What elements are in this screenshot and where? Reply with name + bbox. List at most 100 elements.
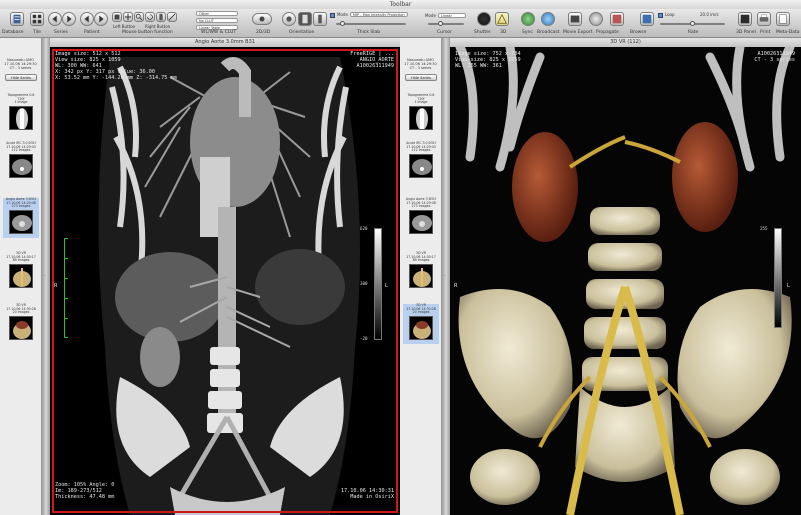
orientation-axial-icon[interactable] bbox=[282, 12, 296, 26]
orientation-coronal-icon[interactable] bbox=[298, 12, 312, 26]
overlay-bottom-left: Zoom: 105% Angle: 0 Im: 189-273/512 Thickn… bbox=[55, 482, 115, 500]
sync-icon[interactable] bbox=[521, 12, 535, 26]
series-caption: 3D VR 17.10.06 14:30:28 20 Images bbox=[6, 303, 36, 315]
lut-bar bbox=[774, 228, 782, 328]
rotate-tool-icon[interactable] bbox=[145, 12, 155, 22]
mip-viewer[interactable]: Angio Aorte 3.0mm B31 Image size: 512 x … bbox=[50, 38, 400, 515]
series-preview bbox=[409, 154, 433, 178]
toolbar-label: Sync bbox=[522, 30, 533, 35]
thick-slab-slider[interactable] bbox=[336, 21, 406, 26]
series-thumbnail[interactable]: Angio Aorte 3 B31f 17.10.06 14:29:48 273 I… bbox=[403, 197, 439, 238]
series-preview bbox=[9, 264, 33, 288]
series-caption: Acute IRC 3.0 B31f 17.10.06 14:29:43 112 I… bbox=[6, 141, 36, 153]
series-thumbnail[interactable]: 3D VR 17.10.06 14:30:17 89 Images bbox=[3, 251, 39, 292]
right-button-label: Right Button bbox=[145, 24, 171, 29]
orientation-sagittal-icon[interactable] bbox=[313, 12, 327, 26]
series-caption: Angio Aorte 3 B31f 17.10.06 14:29:48 273 I… bbox=[405, 197, 437, 209]
mode-label: Mode bbox=[425, 13, 436, 18]
lut-bar bbox=[374, 228, 382, 340]
toolbar-label: Cursor bbox=[437, 30, 452, 35]
series-caption: Topogramme 0.6 T20f 1 Image bbox=[7, 93, 35, 105]
thick-slab-checkbox[interactable] bbox=[330, 13, 335, 18]
series-preview bbox=[9, 210, 33, 234]
hide-series-button[interactable]: Hide Series bbox=[405, 74, 437, 81]
patient-series-count: CT - 3 series bbox=[409, 66, 432, 70]
series-thumbnail-selected[interactable]: 3D VR 17.10.06 14:30:28 20 Images bbox=[403, 303, 439, 344]
series-thumbnail[interactable]: Acute IRC 3.0 B31f 17.10.06 14:29:43 112 I… bbox=[3, 141, 39, 182]
series-thumbnail[interactable]: 3D VR 17.10.06 14:30:28 20 Images bbox=[3, 303, 39, 344]
orientation-right-marker: R bbox=[454, 283, 458, 289]
series-thumbnail[interactable]: Topogramme 0.6 T20f 1 Image bbox=[3, 93, 39, 134]
right-series-thumbnails: Nasuwatu AMO 17.10.06 14:29:30 CT - 3 se… bbox=[400, 38, 442, 515]
three-d-icon[interactable] bbox=[495, 12, 509, 26]
movie-export-icon[interactable] bbox=[568, 12, 582, 26]
overlay-bottom-right: 17.10.06 14:30:31 Made in OsiriX bbox=[340, 488, 394, 500]
hide-series-button[interactable]: Hide Series bbox=[5, 74, 37, 81]
zoom-tool-icon[interactable] bbox=[134, 12, 144, 22]
viewer-title: 3D VR (112) bbox=[450, 38, 801, 47]
loop-checkbox[interactable] bbox=[658, 13, 663, 18]
series-next-icon[interactable] bbox=[62, 12, 76, 26]
meta-data-icon[interactable] bbox=[776, 12, 790, 26]
clut-select[interactable]: No CLUT bbox=[196, 18, 238, 23]
thick-slab-knob[interactable] bbox=[340, 21, 345, 26]
volume-render-image bbox=[450, 47, 801, 515]
left-button-label: Left Button bbox=[113, 24, 136, 29]
mip-image bbox=[50, 47, 400, 515]
database-icon[interactable] bbox=[10, 12, 24, 26]
lut-top-value: 255 bbox=[760, 226, 768, 231]
toolbar-label: Tile bbox=[33, 30, 41, 35]
orientation-right-marker: R bbox=[54, 283, 58, 289]
overlay-top-left: Image size: 512 x 512 View size: 825 x 10… bbox=[55, 51, 177, 81]
lut-mid-value: 300 bbox=[360, 281, 368, 286]
patient-prev-icon[interactable] bbox=[80, 12, 94, 26]
lut-top-value: 620 bbox=[360, 226, 368, 231]
rate-knob[interactable] bbox=[690, 21, 695, 26]
measure-tool-icon[interactable] bbox=[167, 12, 177, 22]
series-caption: Acute IRC 3.0 B31f 17.10.06 14:29:43 112 I… bbox=[406, 141, 436, 153]
three-d-panel-icon[interactable] bbox=[738, 12, 752, 26]
orientation-left-marker: L bbox=[787, 283, 790, 289]
series-thumbnail[interactable]: 3D VR 17.10.06 14:30:17 89 Images bbox=[403, 251, 439, 292]
overlay-top-right: A10026311949 CT - 3 series bbox=[754, 51, 795, 63]
scroll-tool-icon[interactable] bbox=[156, 12, 166, 22]
series-prev-icon[interactable] bbox=[48, 12, 62, 26]
mode-select[interactable]: Linear bbox=[438, 13, 466, 18]
patient-next-icon[interactable] bbox=[94, 12, 108, 26]
toolbar-label: Broadcast bbox=[537, 30, 560, 35]
cursor-slider[interactable] bbox=[428, 21, 464, 26]
view-2d3d-icon[interactable] bbox=[252, 13, 272, 25]
propagate-settings-icon[interactable] bbox=[640, 12, 654, 26]
left-panel-splitter[interactable]: · bbox=[42, 38, 50, 515]
thick-slab-mode-select[interactable]: MIP - Max Intensity Projection bbox=[350, 12, 408, 17]
series-thumbnail-selected[interactable]: Angio Aorte 3 B31f 17.10.06 14:29:48 273 I… bbox=[3, 197, 39, 238]
tile-icon[interactable] bbox=[30, 12, 44, 26]
right-panel-splitter[interactable]: · bbox=[442, 38, 450, 515]
loop-label: Loop bbox=[665, 12, 675, 17]
toolbar-label: Database bbox=[2, 30, 24, 35]
series-preview bbox=[409, 264, 433, 288]
toolbar-label: Patient bbox=[84, 30, 100, 35]
browse-icon[interactable] bbox=[610, 12, 624, 26]
print-icon[interactable] bbox=[757, 12, 771, 26]
toolbar-label: WL/WW & CLUT bbox=[201, 30, 237, 35]
wlww-tool-icon[interactable] bbox=[112, 12, 122, 22]
toolbar-label: Orientation bbox=[289, 30, 315, 35]
series-thumbnail[interactable]: Topogramme 0.6 T20f 1 Image bbox=[403, 93, 439, 134]
toolbar-label: 3D Panel bbox=[736, 30, 756, 35]
cursor-knob[interactable] bbox=[438, 21, 443, 26]
move-tool-icon[interactable] bbox=[123, 12, 133, 22]
toolbar-label: Mouse button function bbox=[122, 30, 173, 35]
series-caption: Angio Aorte 3 B31f 17.10.06 14:29:48 273 I… bbox=[5, 197, 37, 209]
rate-slider[interactable] bbox=[660, 21, 725, 26]
series-thumbnail[interactable]: Acute IRC 3.0 B31f 17.10.06 14:29:43 112 I… bbox=[403, 141, 439, 182]
shutter-icon[interactable] bbox=[477, 12, 491, 26]
toolbar: Left Button Right Button Other No CLUT L… bbox=[0, 9, 801, 38]
volume-render-viewer[interactable]: 3D VR (112) Image size: 752 x 704 View s… bbox=[450, 38, 801, 515]
viewer-title: Angio Aorte 3.0mm B31 bbox=[50, 38, 400, 47]
propagate-icon[interactable] bbox=[589, 12, 603, 26]
broadcast-icon[interactable] bbox=[541, 12, 555, 26]
toolbar-label: Rate bbox=[688, 30, 699, 35]
scale-bar bbox=[64, 238, 68, 338]
wlww-preset-select[interactable]: Other bbox=[196, 11, 238, 16]
